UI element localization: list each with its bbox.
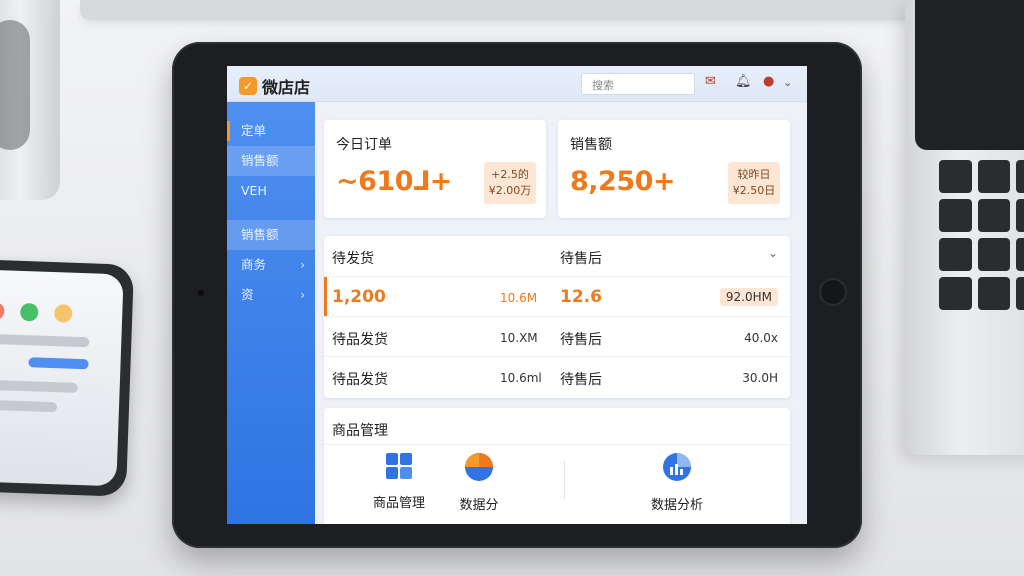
sidebar-item-label: VEH (241, 183, 267, 198)
table-head-right: 待售后 (560, 251, 602, 267)
app-icon (53, 304, 73, 323)
orders-mini-bottom: ¥2.00万 (488, 184, 532, 197)
message-icon[interactable]: ✉ (705, 74, 716, 89)
product-management-panel: 商品管理 商品管理 数据分 数据分析 (324, 408, 790, 524)
sidebar-item-orders[interactable]: 定单 (227, 116, 315, 146)
row-left-value: 10.6ml (500, 371, 542, 385)
bell-icon[interactable]: 🔔︎ (735, 74, 752, 89)
smartphone (0, 259, 134, 497)
table-head-left: 待发货 (332, 251, 374, 267)
tool-label: 商品管理 (372, 496, 425, 511)
row-highlight (324, 277, 327, 317)
row-right-value: 40.0x (744, 331, 778, 345)
phone-screen (0, 269, 124, 487)
row-left-label: 待品发货 (332, 332, 388, 348)
row-right-label: 待售后 (560, 332, 602, 348)
top-bar: ✓ 微店店 搜索 ✉ 🔔︎ ● ⌄ (227, 66, 807, 102)
desk-cup (0, 0, 60, 200)
chevron-down-icon[interactable]: ⌄ (783, 76, 792, 89)
app-title: 微店店 (262, 78, 311, 97)
row-left-label: 待品发货 (332, 372, 388, 388)
sidebar-item-label: 销售额 (241, 153, 279, 168)
sidebar: 定单 销售额 VEH 销售额 商务 › 资 › (227, 102, 315, 524)
sales-card[interactable]: 销售额 8,250+ 较昨日 ¥2.50日 (558, 120, 790, 218)
laptop (905, 0, 1024, 455)
table-row[interactable]: 待品发货 10.6ml 待售后 30.0H (324, 356, 790, 396)
phone-bar (0, 333, 90, 348)
row-right-label: 12.6 (560, 287, 602, 307)
app-icon (0, 301, 5, 321)
divider (324, 444, 790, 445)
phone-bar (0, 379, 78, 393)
avatar[interactable]: ● (763, 74, 774, 89)
sales-title: 销售额 (570, 137, 612, 153)
sidebar-item-business[interactable]: 商务 › (227, 250, 315, 280)
shop-logo-icon: ✓ (239, 77, 257, 95)
row-left-value: 10.XM (500, 331, 538, 345)
orders-table: 待发货 待售后 ⌄ 1,200 10.6M 12.6 92.0HM 待品发货 1… (324, 236, 790, 398)
analytics-icon (663, 453, 691, 481)
row-left-label: 1,200 (332, 287, 386, 307)
table-row[interactable]: 1,200 10.6M 12.6 92.0HM (324, 276, 790, 317)
front-camera (198, 290, 204, 296)
sales-mini-bottom: ¥2.50日 (732, 184, 776, 197)
tool-label: 数据分 (459, 498, 499, 513)
sidebar-item-label: 商务 (241, 257, 267, 272)
phone-bar (0, 399, 58, 413)
row-left-value: 10.6M (500, 291, 538, 305)
phone-button (28, 357, 89, 370)
table-row[interactable]: 待品发货 10.XM 待售后 40.0x (324, 316, 790, 356)
sidebar-item-sales[interactable]: 销售额 (227, 146, 315, 176)
orders-value: ~610⅃+ (336, 166, 452, 197)
monitor-stand (80, 0, 920, 20)
app-screen: ✓ 微店店 搜索 ✉ 🔔︎ ● ⌄ 定单 销售额 VEH 销售额 商务 › 资 … (227, 66, 807, 524)
chevron-right-icon: › (300, 288, 305, 302)
tool-data-analysis[interactable]: 数据分 (434, 452, 524, 513)
sales-mini-top: 较昨日 (737, 168, 771, 181)
sidebar-item-assets[interactable]: 资 › (227, 280, 315, 310)
tablet: ✓ 微店店 搜索 ✉ 🔔︎ ● ⌄ 定单 销售额 VEH 销售额 商务 › 资 … (172, 42, 862, 548)
tool-analytics[interactable]: 数据分析 (632, 452, 722, 513)
row-right-value: 30.0H (742, 371, 778, 385)
orders-mini-stat: +2.5的 ¥2.00万 (484, 162, 536, 204)
home-button[interactable] (819, 278, 847, 306)
products-title: 商品管理 (332, 423, 388, 439)
chevron-right-icon: › (300, 258, 305, 272)
sidebar-item-label: 资 (241, 287, 254, 302)
tool-product-management[interactable]: 商品管理 (354, 452, 444, 511)
sales-value: 8,250+ (570, 166, 676, 197)
divider (564, 460, 565, 500)
orders-title: 今日订单 (336, 137, 392, 153)
sidebar-item-label: 定单 (241, 123, 267, 138)
row-right-label: 待售后 (560, 372, 602, 388)
pie-chart-icon (465, 453, 493, 481)
app-icon (19, 302, 39, 322)
sidebar-item-label: 销售额 (241, 227, 279, 242)
grid-icon (386, 453, 412, 479)
sidebar-item-sales-2[interactable]: 销售额 (227, 220, 315, 250)
laptop-keyboard (939, 160, 1024, 310)
search-input[interactable]: 搜索 (581, 73, 695, 95)
laptop-screen (915, 0, 1024, 150)
collapse-icon[interactable]: ⌄ (768, 246, 778, 260)
row-right-value: 92.0HM (719, 288, 778, 306)
app-logo[interactable]: ✓ 微店店 (239, 74, 310, 98)
sales-mini-stat: 较昨日 ¥2.50日 (728, 162, 780, 204)
orders-card[interactable]: 今日订单 ~610⅃+ +2.5的 ¥2.00万 (324, 120, 546, 218)
orders-mini-top: +2.5的 (491, 168, 529, 181)
sidebar-item-veh[interactable]: VEH (227, 176, 315, 206)
tool-label: 数据分析 (650, 498, 703, 513)
